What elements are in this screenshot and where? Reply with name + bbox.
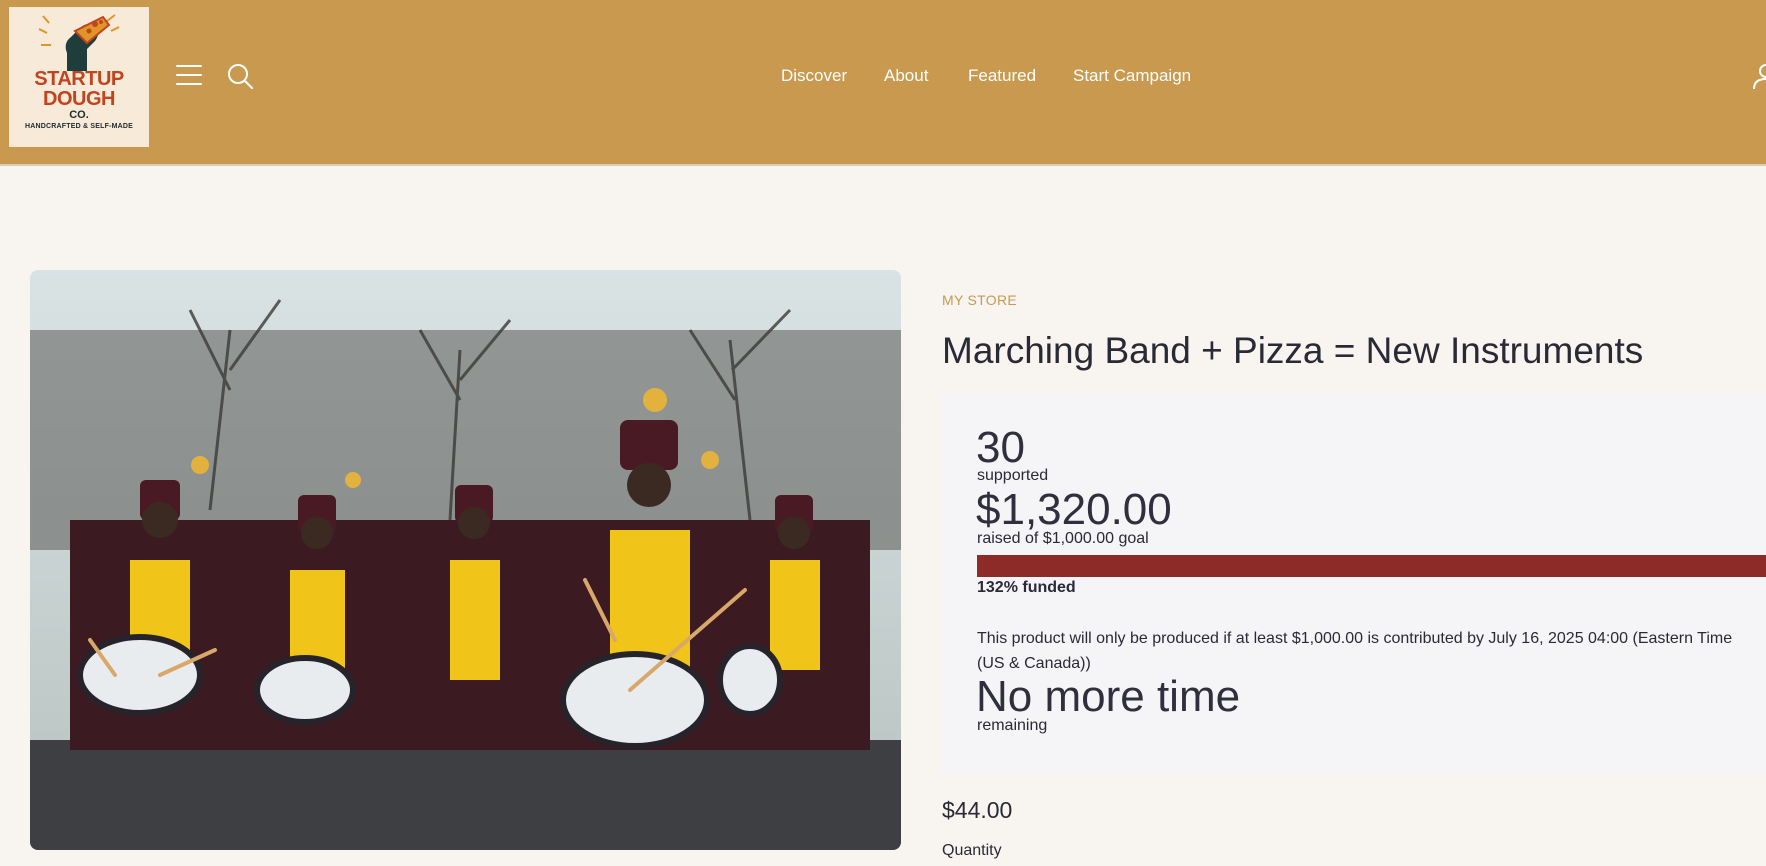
logo-tagline: HANDCRAFTED & SELF-MADE — [24, 123, 134, 130]
remaining-label: remaining — [977, 717, 1048, 734]
campaign-panel: 30 supported $1,320.00 raised of $1,000.… — [942, 394, 1766, 774]
menu-icon — [176, 65, 202, 85]
product-price: $44.00 — [942, 797, 1013, 823]
funded-percent-label: 132% funded — [977, 579, 1076, 596]
store-label[interactable]: MY STORE — [942, 292, 1017, 308]
funding-progress-bar — [977, 555, 1766, 577]
user-icon — [1753, 64, 1766, 90]
raised-amount: $1,320.00 — [976, 485, 1172, 534]
supporters-count: 30 — [976, 423, 1025, 472]
raised-goal-label: raised of $1,000.00 goal — [977, 530, 1149, 547]
marching-band-photo — [30, 270, 901, 850]
nav-about[interactable]: About — [884, 66, 928, 86]
search-icon — [228, 64, 253, 89]
campaign-condition-note: This product will only be produced if at… — [977, 630, 1733, 672]
account-button[interactable] — [1752, 62, 1766, 90]
time-remaining: No more time — [976, 672, 1241, 721]
logo-line-startup: STARTUP — [34, 68, 124, 90]
search-button[interactable] — [226, 62, 254, 90]
pizza-hand-icon — [38, 14, 120, 71]
menu-button[interactable] — [175, 63, 203, 87]
product-title: Marching Band + Pizza = New Instruments — [942, 330, 1644, 371]
supporters-label: supported — [977, 467, 1049, 484]
nav-featured[interactable]: Featured — [968, 66, 1036, 86]
site-header: STARTUP DOUGH CO. HANDCRAFTED & SELF-MAD… — [0, 0, 1766, 166]
nav-discover[interactable]: Discover — [781, 66, 847, 86]
product-image — [30, 270, 901, 850]
logo-line-dough: DOUGH — [43, 88, 115, 110]
logo-line-co: CO. — [69, 109, 89, 121]
store-logo[interactable]: STARTUP DOUGH CO. HANDCRAFTED & SELF-MAD… — [9, 7, 149, 147]
nav-start-campaign[interactable]: Start Campaign — [1073, 66, 1191, 86]
quantity-label: Quantity — [942, 842, 1002, 859]
